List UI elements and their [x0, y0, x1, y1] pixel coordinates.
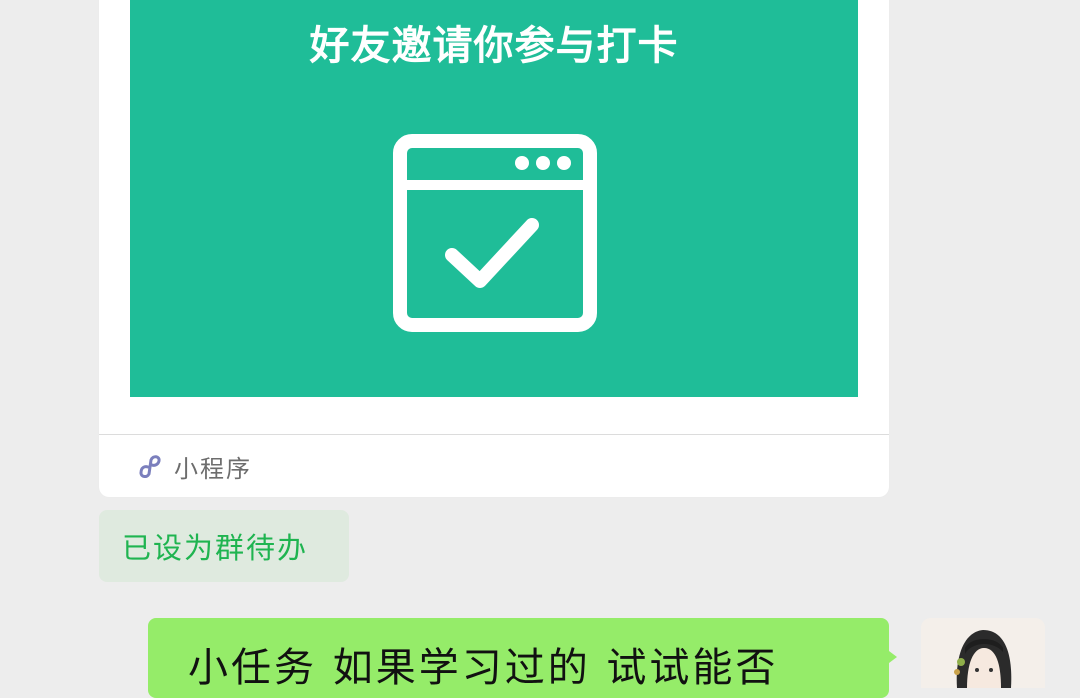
outgoing-message-bubble[interactable]: 小任务 如果学习过的 试试能否	[148, 618, 889, 698]
todo-notice-text: 已设为群待办	[122, 531, 309, 565]
mini-program-icon	[139, 455, 161, 478]
avatar[interactable]	[921, 618, 1045, 688]
card-footer: 小程序	[135, 447, 252, 485]
card-divider	[99, 434, 889, 435]
mini-program-cover: 好友邀请你参与打卡	[130, 0, 858, 397]
user-avatar-icon	[921, 618, 1045, 688]
message-text: 小任务 如果学习过的 试试能否	[188, 645, 779, 691]
cover-title: 好友邀请你参与打卡	[309, 22, 679, 69]
bubble-tail	[885, 648, 897, 666]
mini-program-card[interactable]: 好友邀请你参与打卡 小程序	[99, 0, 889, 497]
calendar-check-icon	[393, 134, 597, 332]
group-todo-notice[interactable]: 已设为群待办	[99, 510, 349, 582]
mini-program-label: 小程序	[174, 454, 252, 483]
